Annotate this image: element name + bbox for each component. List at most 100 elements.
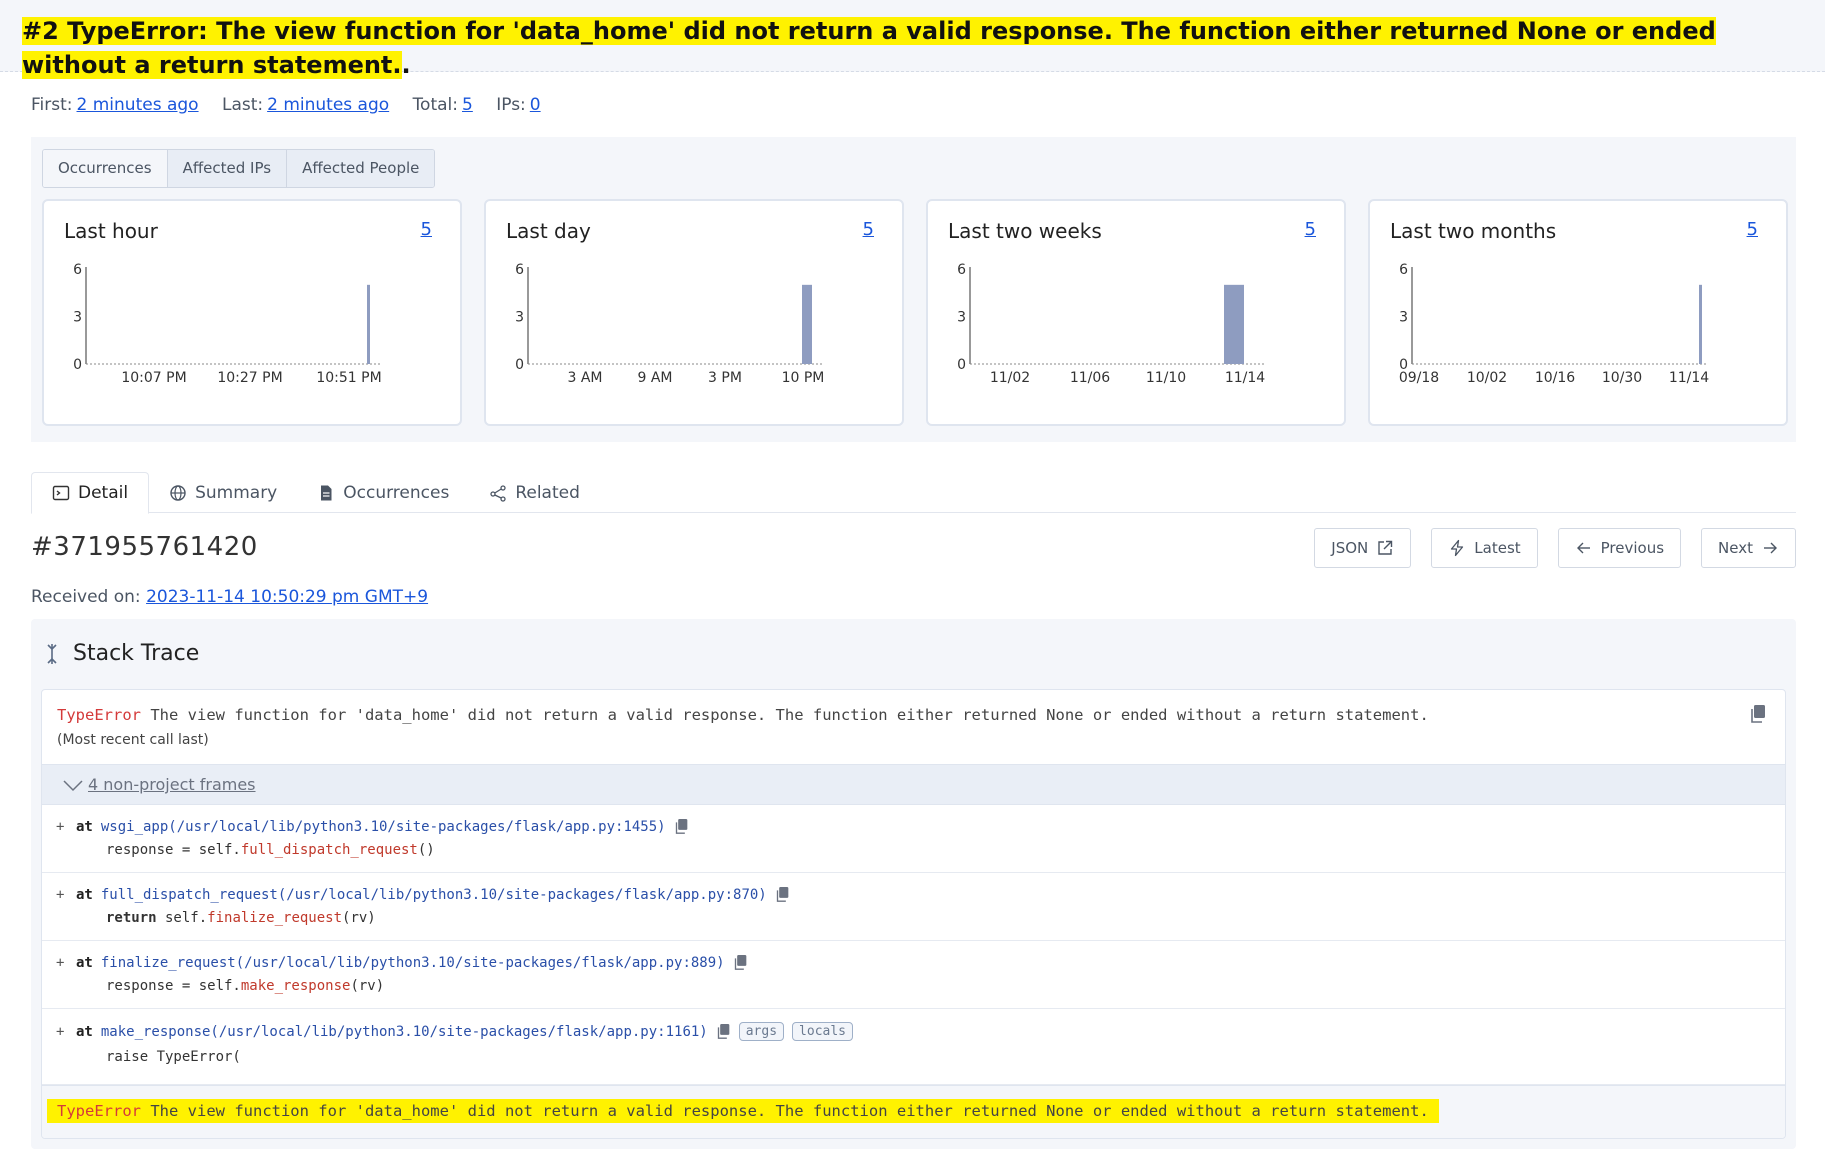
tab-summary[interactable]: Summary: [149, 472, 297, 513]
non-project-frames-toggle[interactable]: 4 non-project frames: [42, 764, 1785, 805]
latest-button-label: Latest: [1474, 539, 1521, 557]
stack-frame[interactable]: + at make_response(/usr/local/lib/python…: [42, 1009, 1785, 1085]
chart-count-link[interactable]: 5: [863, 219, 874, 240]
chevron-down-icon: [63, 779, 83, 791]
lightning-icon: [1451, 539, 1464, 557]
x-tick-label: 3 AM: [567, 370, 602, 386]
chart-card-last-two-weeks: Last two weeks 5 6 3 0 11/02 11/06 11/10 11/14: [926, 199, 1346, 426]
tab-occurrences[interactable]: Occurrences: [43, 150, 168, 187]
x-tick-label: 11/06: [1070, 370, 1110, 386]
tab-occurrences-detail[interactable]: Occurrences: [297, 472, 469, 513]
copy-icon[interactable]: [1749, 704, 1767, 724]
copy-icon[interactable]: [716, 1023, 731, 1040]
total-count: Total: 5: [413, 95, 473, 115]
chart-title: Last hour: [64, 219, 158, 243]
ips-label: IPs:: [496, 95, 526, 115]
issue-meta: First: 2 minutes ago Last: 2 minutes ago T…: [31, 95, 559, 115]
ips-link[interactable]: 0: [530, 95, 541, 115]
tab-affected-people[interactable]: Affected People: [287, 150, 435, 187]
expand-icon[interactable]: +: [56, 819, 68, 835]
document-icon: [321, 485, 332, 500]
collapse-icon: [47, 643, 57, 664]
code-call: make_response: [240, 978, 351, 994]
frame-code: response = self.full_dispatch_request(): [106, 842, 435, 858]
error-type: TypeError: [57, 706, 141, 724]
x-tick-label: 10:51 PM: [316, 370, 381, 386]
recent-call-note: (Most recent call last): [57, 732, 209, 748]
x-tick-label: 9 AM: [637, 370, 672, 386]
chart-count-link[interactable]: 5: [1747, 219, 1758, 240]
stats-panel: Occurrences Affected IPs Affected People…: [31, 137, 1796, 442]
tab-related[interactable]: Related: [469, 472, 600, 513]
expand-icon[interactable]: +: [56, 1024, 68, 1040]
received-on: Received on: 2023-11-14 10:50:29 pm GMT+…: [31, 587, 428, 607]
last-seen: Last: 2 minutes ago: [222, 95, 389, 115]
code-call: finalize_request: [207, 910, 343, 926]
first-seen: First: 2 minutes ago: [31, 95, 199, 115]
tab-detail[interactable]: Detail: [31, 472, 150, 514]
last-seen-link[interactable]: 2 minutes ago: [267, 95, 389, 115]
x-tick-label: 11/10: [1146, 370, 1186, 386]
x-tick-label: 10:27 PM: [217, 370, 282, 386]
chart-title: Last two months: [1390, 219, 1557, 243]
page-title-period: .: [401, 51, 411, 79]
chart-card-last-day: Last day 5 6 3 0 3 AM 9 AM 3 PM 10 PM: [484, 199, 904, 426]
code-text: response = self.: [106, 978, 241, 994]
chart-bar: [802, 284, 812, 364]
code-call: full_dispatch_request: [240, 842, 418, 858]
tab-affected-ips[interactable]: Affected IPs: [167, 150, 288, 187]
frame-at: at: [76, 954, 93, 971]
first-seen-link[interactable]: 2 minutes ago: [77, 95, 199, 115]
copy-icon[interactable]: [674, 818, 689, 835]
chart-count-link[interactable]: 5: [421, 219, 432, 240]
final-error: TypeError The view function for 'data_ho…: [42, 1085, 1785, 1138]
y-tick-label: 6: [73, 262, 82, 278]
chart-cards: Last hour 5 6 3 0 10:07 PM 10:27 PM 10:51 PM …: [42, 199, 1788, 426]
stack-trace-title: Stack Trace: [73, 641, 200, 666]
stack-trace-header[interactable]: Stack Trace: [45, 641, 199, 666]
chart-bar: [367, 284, 370, 364]
stack-frame[interactable]: + at finalize_request(/usr/local/lib/pyt…: [42, 941, 1785, 1009]
code-text: (): [417, 842, 435, 858]
copy-icon[interactable]: [775, 886, 790, 903]
expand-icon[interactable]: +: [56, 955, 68, 971]
x-tick-label: 10:07 PM: [121, 370, 186, 386]
event-actions: JSON Latest Previous Next: [1314, 528, 1796, 568]
code-text: (rv): [350, 978, 385, 994]
copy-icon[interactable]: [733, 954, 748, 971]
y-tick-label: 3: [957, 310, 966, 326]
error-message: The view function for 'data_home' did no…: [141, 706, 1429, 724]
code-text: (rv): [342, 910, 376, 926]
last-seen-label: Last:: [221, 95, 264, 115]
x-tick-label: 10 PM: [782, 370, 825, 386]
y-tick-label: 6: [515, 262, 524, 278]
previous-button[interactable]: Previous: [1557, 528, 1682, 568]
stack-frame[interactable]: + at full_dispatch_request(/usr/local/li…: [42, 873, 1785, 941]
tab-summary-label: Summary: [195, 482, 278, 503]
frame-location: finalize_request(/usr/local/lib/python3.…: [100, 954, 725, 971]
expand-icon[interactable]: +: [56, 887, 68, 903]
latest-button[interactable]: Latest: [1431, 528, 1538, 568]
stack-frame[interactable]: + at wsgi_app(/usr/local/lib/python3.10/…: [42, 805, 1785, 873]
args-tag[interactable]: args: [738, 1022, 785, 1041]
stack-trace-panel: Stack Trace TypeError The view function …: [31, 619, 1796, 1149]
next-button[interactable]: Next: [1701, 528, 1796, 568]
x-tick-label: 3 PM: [708, 370, 742, 386]
json-button[interactable]: JSON: [1314, 528, 1412, 568]
chart-count-link[interactable]: 5: [1305, 219, 1316, 240]
trace-box: TypeError The view function for 'data_ho…: [41, 689, 1786, 1139]
total-link[interactable]: 5: [462, 95, 473, 115]
frame-at: at: [76, 1023, 93, 1040]
external-link-icon: [1378, 540, 1393, 555]
locals-tag[interactable]: locals: [792, 1022, 854, 1041]
y-tick-label: 0: [515, 357, 524, 373]
frame-header: + at full_dispatch_request(/usr/local/li…: [56, 886, 790, 903]
non-project-frames-link[interactable]: 4 non-project frames: [88, 775, 256, 794]
received-link[interactable]: 2023-11-14 10:50:29 pm GMT+9: [146, 587, 428, 607]
page-title-text: #2 TypeError: The view function for 'dat…: [22, 17, 1716, 79]
y-tick-label: 0: [957, 357, 966, 373]
frame-location: full_dispatch_request(/usr/local/lib/pyt…: [100, 886, 767, 903]
error-message: The view function for 'data_home' did no…: [141, 1102, 1429, 1120]
y-tick-label: 3: [73, 310, 82, 326]
chart-last-hour: 6 3 0 10:07 PM 10:27 PM 10:51 PM: [73, 262, 382, 386]
